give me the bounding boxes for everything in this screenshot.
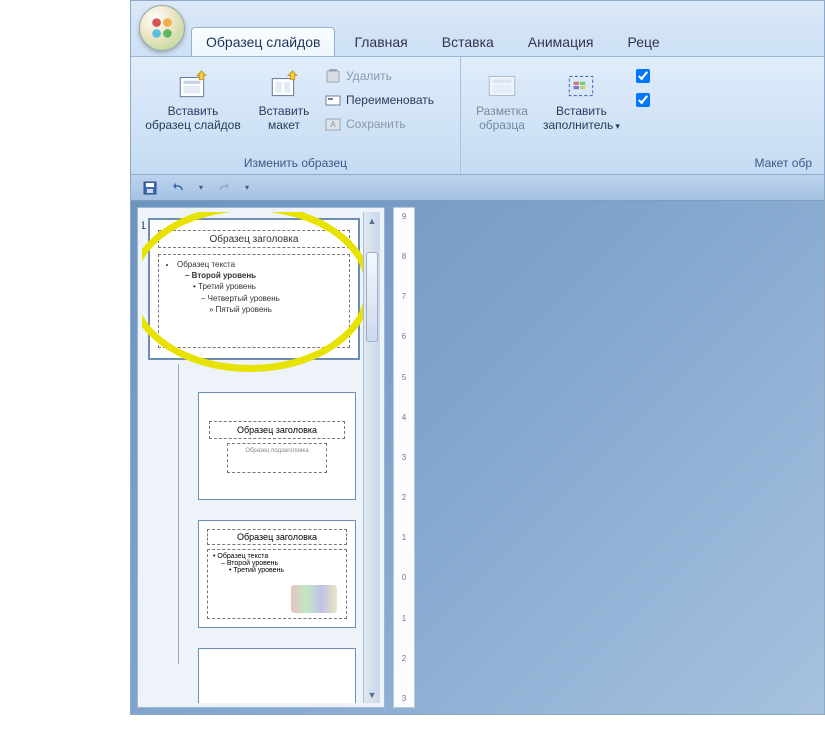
delete-button[interactable]: Удалить bbox=[319, 65, 440, 87]
work-area: 1 Образец заголовка Образец текста – Вто… bbox=[131, 201, 824, 714]
ruler-tick: 3 bbox=[402, 453, 406, 462]
slide-master-thumbnail[interactable]: Образец заголовка Образец текста – Второ… bbox=[148, 218, 360, 360]
chevron-down-icon: ▾ bbox=[245, 183, 249, 192]
ruler-tick: 2 bbox=[402, 493, 406, 502]
insert-layout-icon bbox=[267, 69, 301, 103]
layout-thumbnail[interactable] bbox=[198, 648, 356, 703]
ruler-tick: 3 bbox=[402, 694, 406, 703]
insert-placeholder-label: Вставить заполнитель▾ bbox=[543, 105, 620, 133]
tab-slide-master[interactable]: Образец слайдов bbox=[191, 27, 335, 56]
qat-customize-dropdown[interactable]: ▾ bbox=[241, 178, 253, 198]
ruler-tick: 2 bbox=[402, 654, 406, 663]
qat-undo-dropdown[interactable]: ▾ bbox=[195, 178, 207, 198]
ruler-tick: 9 bbox=[402, 212, 406, 221]
master-layout-label: Разметка образца bbox=[476, 105, 528, 133]
insert-placeholder-button[interactable]: Вставить заполнитель▾ bbox=[537, 61, 626, 133]
tab-insert[interactable]: Вставка bbox=[427, 27, 509, 56]
insert-layout-button[interactable]: Вставить макет bbox=[249, 61, 319, 133]
group-layout-title: Макет обр bbox=[467, 154, 818, 172]
save-master-label: Сохранить bbox=[346, 117, 406, 131]
save-master-button[interactable]: A Сохранить bbox=[319, 113, 440, 135]
list-item: Третий уровень bbox=[198, 282, 256, 291]
master-title-placeholder: Образец заголовка bbox=[158, 230, 350, 248]
tab-review[interactable]: Реце bbox=[613, 27, 675, 56]
save-disk-icon bbox=[143, 181, 157, 195]
ruler-tick: 8 bbox=[402, 252, 406, 261]
quick-access-toolbar: ▾ ▾ bbox=[131, 175, 824, 201]
ruler-tick: 0 bbox=[402, 573, 406, 582]
save-icon: A bbox=[325, 116, 341, 132]
delete-label: Удалить bbox=[346, 69, 392, 83]
group-edit-master: Вставить образец слайдов Вставить макет bbox=[131, 57, 461, 174]
tab-animation[interactable]: Анимация bbox=[513, 27, 609, 56]
master-index: 1 bbox=[142, 220, 146, 232]
layout-checkboxes bbox=[626, 61, 654, 107]
group-master-layout: Разметка образца Вставить заполнитель▾ bbox=[461, 57, 824, 174]
delete-icon bbox=[325, 68, 341, 84]
app-window: Образец слайдов Главная Вставка Анимация… bbox=[130, 0, 825, 715]
layout-subtitle-placeholder: Образец подзаголовка bbox=[227, 443, 327, 473]
insert-slide-master-icon bbox=[176, 69, 210, 103]
scroll-up-icon[interactable]: ▲ bbox=[364, 212, 380, 229]
checkbox-1[interactable] bbox=[636, 69, 650, 83]
ruler-tick: 7 bbox=[402, 292, 406, 301]
titlebar: Образец слайдов Главная Вставка Анимация… bbox=[131, 1, 824, 57]
layout-thumbnail[interactable]: Образец заголовка • Образец текста – Вто… bbox=[198, 520, 356, 628]
insert-layout-label: Вставить макет bbox=[259, 105, 310, 133]
master-layout-icon bbox=[485, 69, 519, 103]
ribbon-tabs: Образец слайдов Главная Вставка Анимация… bbox=[191, 27, 675, 56]
list-item: Третий уровень bbox=[233, 567, 284, 574]
vertical-ruler: 9 8 7 6 5 4 3 2 1 0 1 2 3 bbox=[393, 207, 415, 708]
list-item: Образец текста bbox=[177, 259, 343, 270]
checkbox-2[interactable] bbox=[636, 93, 650, 107]
scroll-down-icon[interactable]: ▼ bbox=[364, 686, 380, 703]
insert-placeholder-icon bbox=[564, 69, 598, 103]
content-icon bbox=[291, 585, 337, 613]
qat-undo-button[interactable] bbox=[167, 178, 189, 198]
ribbon: Вставить образец слайдов Вставить макет bbox=[131, 57, 824, 175]
office-button[interactable] bbox=[139, 5, 185, 51]
tab-home[interactable]: Главная bbox=[339, 27, 422, 56]
ruler-tick: 4 bbox=[402, 413, 406, 422]
svg-text:A: A bbox=[330, 120, 336, 129]
list-item: Второй уровень bbox=[227, 560, 278, 567]
rename-icon bbox=[325, 92, 341, 108]
list-item: Четвертый уровень bbox=[208, 294, 280, 303]
layout-thumbnail[interactable]: Образец заголовка Образец подзаголовка bbox=[198, 392, 356, 500]
edit-small-buttons: Удалить Переименовать A Сохранить bbox=[319, 61, 440, 135]
undo-icon bbox=[171, 181, 185, 195]
ruler-tick: 1 bbox=[402, 533, 406, 542]
qat-save-button[interactable] bbox=[139, 178, 161, 198]
chevron-down-icon: ▾ bbox=[615, 121, 620, 131]
ruler-tick: 1 bbox=[402, 614, 406, 623]
master-layout-button[interactable]: Разметка образца bbox=[467, 61, 537, 133]
list-item: Второй уровень bbox=[192, 271, 256, 280]
insert-slide-master-label: Вставить образец слайдов bbox=[145, 105, 240, 133]
ruler-tick: 5 bbox=[402, 373, 406, 382]
scroll-thumb[interactable] bbox=[366, 252, 378, 342]
slide-thumbnails-panel: 1 Образец заголовка Образец текста – Вто… bbox=[137, 207, 385, 708]
tree-connector bbox=[178, 364, 179, 664]
chevron-down-icon: ▾ bbox=[199, 183, 203, 192]
office-logo-icon bbox=[149, 15, 175, 41]
layout-title-placeholder: Образец заголовка bbox=[207, 529, 347, 545]
panel-scrollbar[interactable]: ▲ ▼ bbox=[363, 212, 380, 703]
redo-icon bbox=[217, 181, 231, 195]
layout-title-placeholder: Образец заголовка bbox=[209, 421, 345, 439]
list-item: Пятый уровень bbox=[216, 305, 272, 314]
ruler-tick: 6 bbox=[402, 332, 406, 341]
master-body-placeholder: Образец текста – Второй уровень • Третий… bbox=[158, 254, 350, 348]
rename-label: Переименовать bbox=[346, 93, 434, 107]
insert-slide-master-button[interactable]: Вставить образец слайдов bbox=[137, 61, 249, 133]
rename-button[interactable]: Переименовать bbox=[319, 89, 440, 111]
qat-redo-button[interactable] bbox=[213, 178, 235, 198]
group-edit-title: Изменить образец bbox=[137, 154, 454, 172]
list-item: Образец текста bbox=[217, 553, 268, 560]
